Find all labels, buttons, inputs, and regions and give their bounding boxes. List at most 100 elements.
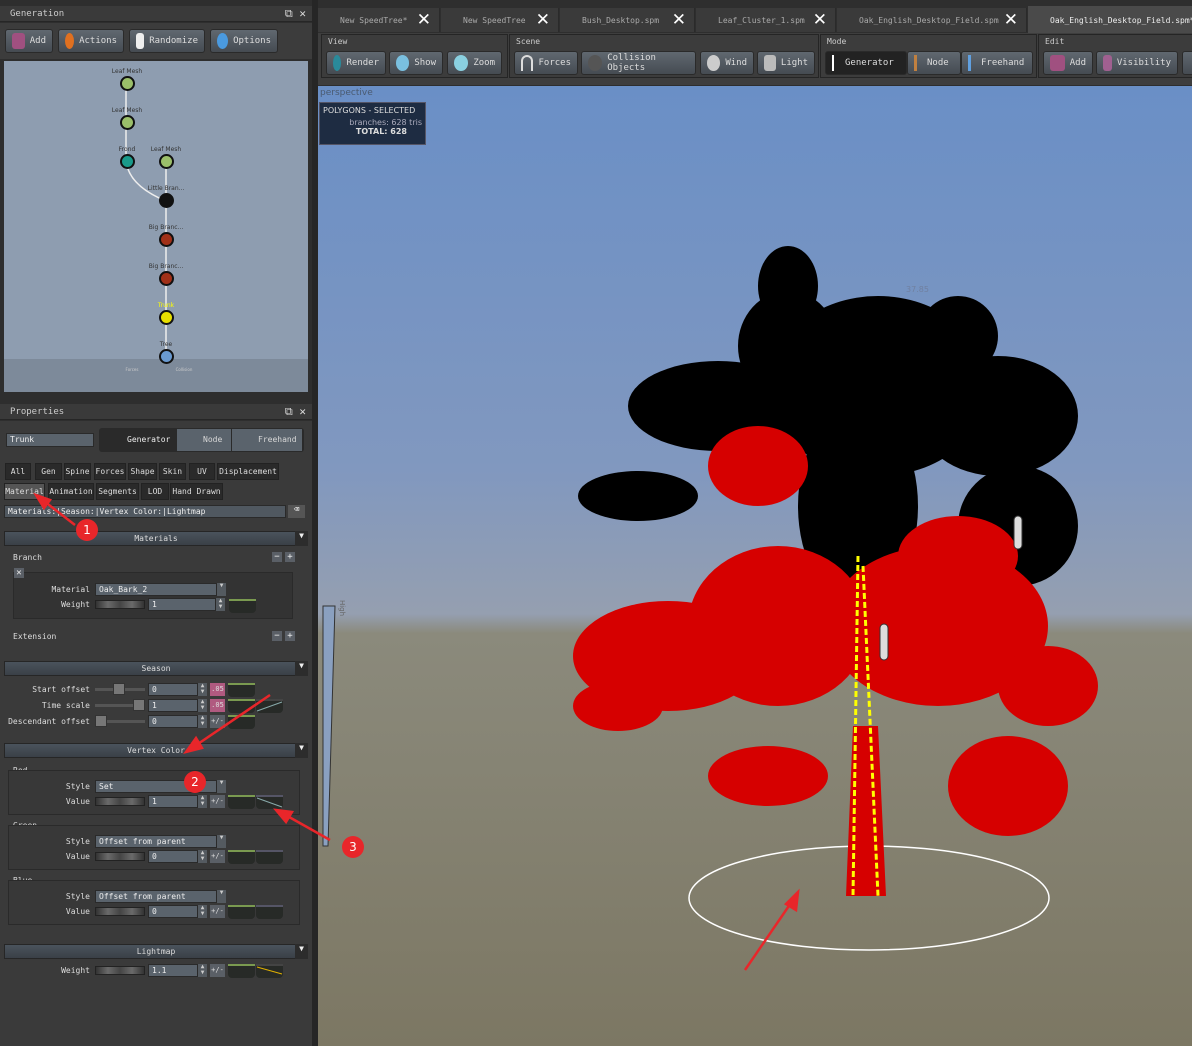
materials-section-header[interactable]: Materials ▼ bbox=[4, 531, 308, 546]
spinner[interactable]: ▲ ▼ bbox=[198, 699, 207, 712]
step-button[interactable]: +/- bbox=[210, 715, 225, 728]
collapse-icon[interactable]: ▼ bbox=[295, 944, 308, 959]
node-mode-button[interactable]: Node bbox=[907, 51, 961, 75]
graph-node[interactable]: Tree bbox=[141, 341, 191, 364]
weight-slider[interactable] bbox=[95, 600, 145, 609]
property-tab[interactable]: LOD bbox=[141, 483, 169, 500]
close-icon[interactable]: ✕ bbox=[1004, 10, 1018, 30]
document-tab[interactable]: Oak_English_Desktop_Field.spm* bbox=[1028, 6, 1192, 34]
property-tab[interactable]: Displacement bbox=[217, 463, 279, 480]
step-button[interactable]: .05 bbox=[210, 683, 225, 696]
property-filter-field[interactable]: Materials:|Season:|Vertex Color:|Lightma… bbox=[4, 505, 286, 518]
visibility-button[interactable]: Visibility bbox=[1096, 51, 1178, 75]
delete-material-icon[interactable]: ✕ bbox=[14, 568, 24, 578]
spinner[interactable]: ▲ ▼ bbox=[198, 795, 207, 808]
curve-editor-button[interactable] bbox=[256, 905, 283, 919]
3d-viewport[interactable]: perspective POLYGONS - SELECTED branches… bbox=[318, 86, 1192, 1046]
slider-handle[interactable] bbox=[113, 683, 125, 695]
slider-handle[interactable] bbox=[133, 699, 145, 711]
collapse-icon[interactable]: ▼ bbox=[295, 661, 308, 676]
curve-editor-button[interactable] bbox=[228, 850, 255, 864]
document-tab[interactable]: Oak_English_Desktop_Field.spm ✕ bbox=[837, 8, 1027, 32]
curve-editor-button[interactable] bbox=[256, 699, 283, 713]
season-value-input[interactable]: 0 bbox=[148, 715, 198, 728]
remove-icon[interactable]: − bbox=[272, 552, 282, 562]
value-input[interactable]: 1 bbox=[148, 795, 198, 808]
graph-node[interactable]: Big Branc... bbox=[141, 224, 191, 247]
generator-mode-button[interactable]: Generator bbox=[825, 51, 907, 75]
property-tab[interactable]: Shape bbox=[128, 463, 157, 480]
value-slider[interactable] bbox=[95, 797, 145, 806]
clear-filter-icon[interactable]: ⌫ bbox=[288, 505, 305, 518]
freehand-mode-button[interactable]: Freehand bbox=[961, 51, 1033, 75]
style-dropdown[interactable]: Offset from parent bbox=[95, 890, 217, 903]
curve-editor-button[interactable] bbox=[228, 715, 255, 729]
property-tab[interactable]: All bbox=[5, 463, 31, 480]
remove-icon[interactable]: − bbox=[272, 631, 282, 641]
spinner[interactable]: ▲ ▼ bbox=[198, 850, 207, 863]
property-tab[interactable]: Forces bbox=[94, 463, 126, 480]
curve-editor-button[interactable] bbox=[229, 599, 256, 613]
document-tab[interactable]: Leaf_Cluster_1.spm ✕ bbox=[696, 8, 836, 32]
spinner[interactable]: ▲ ▼ bbox=[198, 905, 207, 918]
wind-button[interactable]: Wind bbox=[700, 51, 754, 75]
property-tab[interactable]: Hand Drawn bbox=[170, 483, 223, 500]
panel-float-close-icons[interactable]: ⧉ ✕ bbox=[285, 405, 306, 419]
graph-node[interactable]: Big Branc... bbox=[141, 263, 191, 286]
generation-graph[interactable]: Leaf Mesh Leaf Mesh Frond Leaf Mesh Litt… bbox=[4, 61, 308, 392]
chevron-down-icon[interactable]: ▼ bbox=[217, 890, 226, 903]
light-button[interactable]: Light bbox=[757, 51, 815, 75]
property-tab[interactable]: Material bbox=[4, 483, 45, 500]
collision-objects-button[interactable]: Collision Objects bbox=[581, 51, 696, 75]
property-tab[interactable]: Gen bbox=[35, 463, 62, 480]
randomize-button[interactable]: Randomize bbox=[129, 29, 205, 53]
chevron-down-icon[interactable]: ▼ bbox=[217, 835, 226, 848]
options-button[interactable]: Options bbox=[210, 29, 278, 53]
render-button[interactable]: Render bbox=[326, 51, 386, 75]
node-name-field[interactable]: Trunk bbox=[6, 433, 94, 447]
property-tab[interactable]: Spine bbox=[64, 463, 91, 480]
graph-node[interactable]: Leaf Mesh bbox=[102, 68, 152, 91]
property-tab[interactable]: Skin bbox=[159, 463, 186, 480]
weight-input[interactable]: 1 bbox=[148, 598, 216, 611]
value-input[interactable]: 0 bbox=[148, 905, 198, 918]
close-icon[interactable]: ✕ bbox=[417, 10, 431, 30]
panel-float-close-icons[interactable]: ⧉ ✕ bbox=[285, 7, 306, 21]
plus-minus-button[interactable]: +/- bbox=[210, 964, 225, 977]
step-button[interactable]: .05 bbox=[210, 699, 225, 712]
spinner[interactable]: ▲ ▼ bbox=[198, 683, 207, 696]
property-tab[interactable]: UV bbox=[189, 463, 215, 480]
generator-mode-button[interactable]: Generator bbox=[101, 429, 176, 451]
close-icon[interactable]: ✕ bbox=[813, 10, 827, 30]
lightmap-section-header[interactable]: Lightmap ▼ bbox=[4, 944, 308, 959]
forces-node[interactable]: Forces bbox=[122, 367, 142, 372]
curve-editor-button[interactable] bbox=[228, 964, 255, 978]
show-button[interactable]: Show bbox=[389, 51, 443, 75]
lightmap-weight-slider[interactable] bbox=[95, 966, 145, 975]
curve-editor-button[interactable] bbox=[228, 699, 255, 713]
vertex-color-section-header[interactable]: Vertex Color ▼ bbox=[4, 743, 308, 758]
season-value-input[interactable]: 0 bbox=[148, 683, 198, 696]
document-tab[interactable]: New SpeedTree* ✕ bbox=[318, 8, 440, 32]
value-input[interactable]: 0 bbox=[148, 850, 198, 863]
style-dropdown[interactable]: Offset from parent bbox=[95, 835, 217, 848]
graph-node[interactable]: Leaf Mesh bbox=[141, 146, 191, 169]
graph-node-selected[interactable]: Trunk bbox=[141, 302, 191, 325]
material-dropdown[interactable]: Oak_Bark_2 bbox=[95, 583, 217, 596]
close-icon[interactable]: ✕ bbox=[536, 10, 550, 30]
edit-add-button[interactable]: Add bbox=[1043, 51, 1093, 75]
collision-node[interactable]: Collision bbox=[174, 367, 194, 372]
chevron-down-icon[interactable]: ▼ bbox=[217, 583, 226, 596]
lightmap-weight-spinner[interactable]: ▲ ▼ bbox=[198, 964, 207, 977]
spinner[interactable]: ▲ ▼ bbox=[198, 715, 207, 728]
actions-button[interactable]: Actions bbox=[58, 29, 124, 53]
zoom-button[interactable]: Zoom bbox=[447, 51, 502, 75]
weight-spinner[interactable]: ▲ ▼ bbox=[216, 598, 225, 611]
forces-button[interactable]: Forces bbox=[514, 51, 578, 75]
property-tab[interactable]: Segments bbox=[96, 483, 139, 500]
plus-minus-button[interactable]: +/- bbox=[210, 850, 225, 863]
node-mode-button[interactable]: Node bbox=[177, 429, 231, 451]
graph-node[interactable]: Leaf Mesh bbox=[102, 107, 152, 130]
chevron-down-icon[interactable]: ▼ bbox=[217, 780, 226, 793]
curve-editor-button[interactable] bbox=[228, 795, 255, 809]
